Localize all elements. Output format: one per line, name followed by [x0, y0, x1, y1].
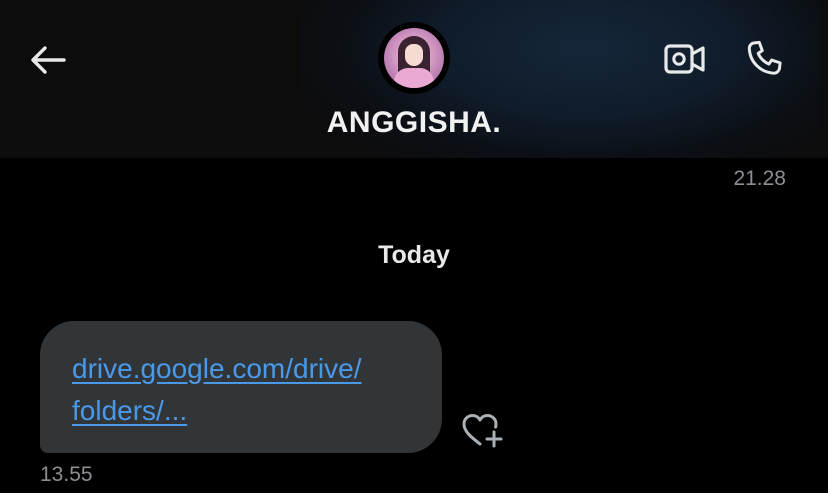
drive-link-line-2[interactable]: folders/... — [72, 390, 410, 432]
video-call-button[interactable] — [660, 36, 710, 82]
contact-name[interactable]: ANGGISHA. — [0, 106, 828, 140]
add-reaction-button[interactable] — [458, 408, 506, 452]
previous-message-timestamp: 21.28 — [733, 167, 786, 190]
avatar — [384, 28, 444, 88]
back-arrow-icon — [31, 46, 66, 74]
contact-avatar-button[interactable] — [378, 22, 450, 94]
message-timestamp: 13.55 — [40, 463, 93, 486]
day-separator: Today — [378, 241, 450, 269]
video-call-icon — [664, 44, 705, 74]
message-bubble[interactable]: drive.google.com/drive/ folders/... — [40, 321, 442, 453]
back-button[interactable] — [26, 40, 70, 80]
heart-plus-icon — [462, 414, 503, 448]
chat-header: ANGGISHA. — [0, 0, 828, 158]
drive-link-line-1[interactable]: drive.google.com/drive/ — [72, 348, 410, 390]
voice-call-button[interactable] — [738, 34, 790, 84]
phone-call-icon — [747, 40, 782, 75]
